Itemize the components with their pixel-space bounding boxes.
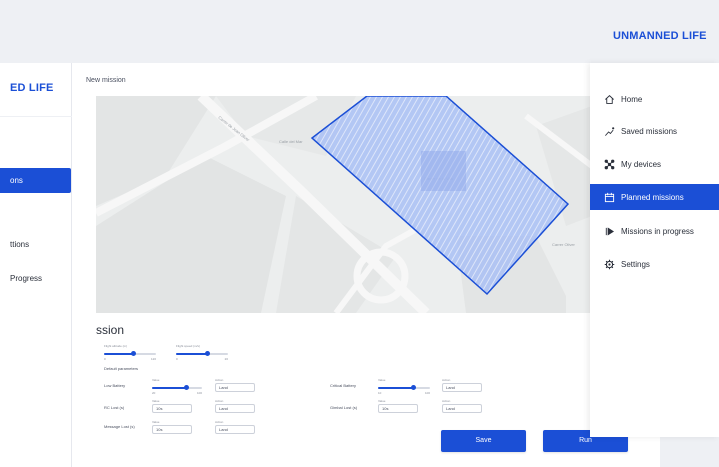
menu-item-label: Home (621, 94, 643, 104)
background-sidebar (0, 63, 72, 467)
slider-label: Value (152, 378, 160, 382)
slider-fill (104, 353, 133, 355)
param-label: Gimbal Lost (s) (330, 405, 358, 410)
app-logo[interactable]: UNMANNED LIFE (613, 30, 707, 42)
menu-item-label: Missions in progress (621, 226, 694, 236)
menu-item-settings[interactable]: Settings (590, 251, 719, 277)
gear-icon (600, 259, 618, 270)
param-label: Low Battery (104, 383, 126, 388)
play-icon (600, 226, 618, 237)
slider-max: 100 (424, 391, 430, 395)
slider-min: 20 (152, 391, 156, 395)
param-label: Critical Battery (330, 383, 357, 388)
menu-item-label: My devices (621, 159, 662, 169)
slider-fill (152, 387, 186, 389)
slider-label: Value (378, 378, 386, 382)
menu-item-my-devices[interactable]: My devices (590, 151, 719, 177)
rc-lost-action-select[interactable]: Land (215, 404, 255, 413)
slider-max: 20 (224, 357, 228, 361)
field-caption: Action (442, 399, 451, 403)
slider-thumb[interactable] (184, 385, 189, 390)
slider-thumb[interactable] (205, 351, 211, 356)
slider-fill (176, 353, 208, 355)
slider-thumb[interactable] (130, 351, 136, 356)
slider-max: 100 (196, 391, 202, 395)
background-sidebar-item[interactable]: Progress (10, 274, 42, 283)
default-parameters-label: Default parameters (104, 366, 139, 371)
slider-label: Flight speed (m/s) (176, 344, 201, 348)
flight-altitude-slider[interactable]: Flight altitude (m) 0 120 (104, 344, 156, 364)
background-sidebar-item[interactable]: ttions (10, 240, 29, 249)
map-building-shadow (421, 151, 466, 191)
menu-item-planned-missions[interactable]: Planned missions (590, 184, 719, 210)
map-canvas[interactable]: Carrer de Joan Oliver Calle del Mar Carr… (96, 96, 592, 313)
mission-map[interactable]: Carrer de Joan Oliver Calle del Mar Carr… (96, 96, 592, 313)
field-caption: Value (152, 420, 160, 424)
slider-max: 120 (150, 357, 156, 361)
menu-item-label: Saved missions (621, 126, 678, 136)
rc-lost-value-input[interactable]: 10s (152, 404, 192, 413)
field-caption: Action (215, 399, 224, 403)
section-title: ssion (96, 323, 125, 337)
gimbal-lost-action-select[interactable]: Land (442, 404, 482, 413)
background-logo: ED LIFE (10, 82, 54, 94)
slider-thumb[interactable] (411, 385, 417, 390)
calendar-icon (600, 192, 618, 203)
slider-min: 10 (378, 391, 382, 395)
page-title: New mission (86, 77, 126, 84)
message-lost-value-input[interactable]: 10s (152, 425, 192, 434)
flight-speed-slider[interactable]: Flight speed (m/s) 0 20 (176, 344, 228, 364)
message-lost-action-select[interactable]: Land (215, 425, 255, 434)
param-label: RC Lost (s) (104, 405, 125, 410)
field-caption: Value (152, 399, 160, 403)
background-sidebar-item-label: ons (10, 176, 23, 185)
menu-item-label: Settings (621, 259, 650, 269)
field-caption: Action (215, 420, 224, 424)
map-label-street: Carrer Oliver (552, 242, 576, 247)
menu-item-label: Planned missions (621, 192, 684, 202)
save-button[interactable]: Save (441, 430, 526, 452)
devices-icon (600, 159, 618, 170)
low-battery-action-select[interactable]: Land (215, 383, 255, 392)
slider-min: 0 (104, 357, 106, 361)
slider-min: 0 (176, 357, 178, 361)
background-sidebar-item-active[interactable]: ons (0, 168, 71, 193)
slider-fill (378, 387, 414, 389)
menu-item-home[interactable]: Home (590, 86, 719, 112)
sidebar-divider (0, 116, 72, 117)
field-caption: Value (378, 399, 386, 403)
gimbal-lost-value-input[interactable]: 10s (378, 404, 418, 413)
critical-battery-slider[interactable]: Value 10 100 (378, 378, 430, 398)
map-label-street: Calle del Mar (279, 139, 303, 144)
param-label: Message Lost (s) (104, 424, 135, 429)
field-caption: Action (215, 378, 224, 382)
saved-missions-icon (600, 126, 618, 137)
field-caption: Action (442, 378, 451, 382)
critical-battery-action-select[interactable]: Land (442, 383, 482, 392)
low-battery-slider[interactable]: Value 20 100 (152, 378, 202, 398)
home-icon (600, 94, 618, 105)
menu-item-missions-in-progress[interactable]: Missions in progress (590, 218, 719, 244)
menu-item-saved-missions[interactable]: Saved missions (590, 118, 719, 144)
slider-label: Flight altitude (m) (104, 344, 128, 348)
